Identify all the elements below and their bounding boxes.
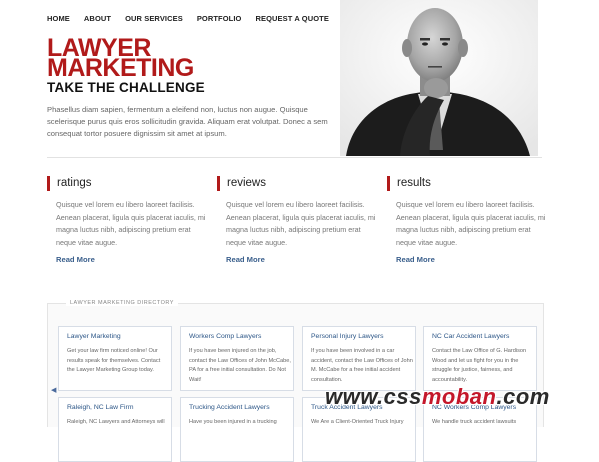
card-text: If you have been injured on the job, con…	[189, 348, 291, 383]
card-title[interactable]: Raleigh, NC Law Firm	[67, 404, 133, 411]
card-text: Get your law firm noticed online! Our re…	[67, 348, 161, 373]
card-text: Raleigh, NC Lawyers and Attorneys will	[67, 419, 165, 425]
card-title[interactable]: NC Car Accident Lawyers	[432, 333, 509, 340]
column-ratings: ratings Quisque vel lorem eu libero laor…	[47, 176, 207, 264]
card-text: Have you been injured in a trucking	[189, 419, 277, 425]
hero-text: Phasellus diam sapien, fermentum a eleif…	[47, 105, 328, 138]
column-results: results Quisque vel lorem eu libero laor…	[387, 176, 547, 264]
card-title[interactable]: Workers Comp Lawyers	[189, 333, 261, 340]
scroll-left-icon[interactable]: ◀	[51, 386, 56, 394]
nav-portfolio[interactable]: PORTFOLIO	[197, 14, 242, 23]
hero-photo	[340, 0, 538, 156]
read-more-link[interactable]: Read More	[387, 255, 547, 264]
nav-home[interactable]: HOME	[47, 14, 70, 23]
hero-divider	[47, 157, 542, 158]
card-text: Contact the Law Office of G. Hardison Wo…	[432, 348, 527, 383]
directory-card[interactable]: Raleigh, NC Law Firm Raleigh, NC Lawyers…	[58, 397, 172, 462]
watermark-part2: moban	[421, 384, 497, 409]
nav-our-services[interactable]: OUR SERVICES	[125, 14, 183, 23]
directory-card[interactable]: Workers Comp Lawyers If you have been in…	[180, 326, 294, 391]
card-text: We Are a Client-Oriented Truck Injury	[311, 419, 404, 425]
column-text: Quisque vel lorem eu libero laoreet faci…	[56, 200, 206, 247]
card-text: If you have been involved in a car accid…	[311, 348, 413, 383]
read-more-link[interactable]: Read More	[217, 255, 377, 264]
directory-card[interactable]: Trucking Accident Lawyers Have you been …	[180, 397, 294, 462]
watermark-part3: .com	[496, 384, 550, 409]
column-text: Quisque vel lorem eu libero laoreet faci…	[396, 200, 546, 247]
card-title[interactable]: Lawyer Marketing	[67, 333, 121, 340]
column-text: Quisque vel lorem eu libero laoreet faci…	[226, 200, 376, 247]
read-more-link[interactable]: Read More	[47, 255, 207, 264]
hero-subtitle: TAKE THE CHALLENGE	[47, 80, 205, 95]
card-title[interactable]: Personal Injury Lawyers	[311, 333, 384, 340]
hero-title: LAWYER MARKETING	[47, 36, 194, 82]
watermark-part1: www.css	[325, 384, 422, 409]
column-heading: reviews	[217, 176, 377, 191]
column-heading: results	[387, 176, 547, 191]
directory-card[interactable]: NC Car Accident Lawyers Contact the Law …	[423, 326, 537, 391]
directory-card[interactable]: Lawyer Marketing Get your law firm notic…	[58, 326, 172, 391]
nav-request-a-quote[interactable]: REQUEST A QUOTE	[255, 14, 328, 23]
column-heading: ratings	[47, 176, 207, 191]
directory-card[interactable]: Personal Injury Lawyers If you have been…	[302, 326, 416, 391]
card-text: We handle truck accident lawsuits	[432, 419, 517, 425]
card-title[interactable]: Trucking Accident Lawyers	[189, 404, 270, 411]
nav-about[interactable]: ABOUT	[84, 14, 111, 23]
directory-label: LAWYER MARKETING DIRECTORY	[66, 300, 178, 306]
hero-title-line2: MARKETING	[47, 54, 194, 82]
main-nav: HOME ABOUT OUR SERVICES PORTFOLIO REQUES…	[47, 14, 343, 23]
watermark: www.cssmoban.com	[325, 384, 550, 410]
column-reviews: reviews Quisque vel lorem eu libero laor…	[217, 176, 377, 264]
